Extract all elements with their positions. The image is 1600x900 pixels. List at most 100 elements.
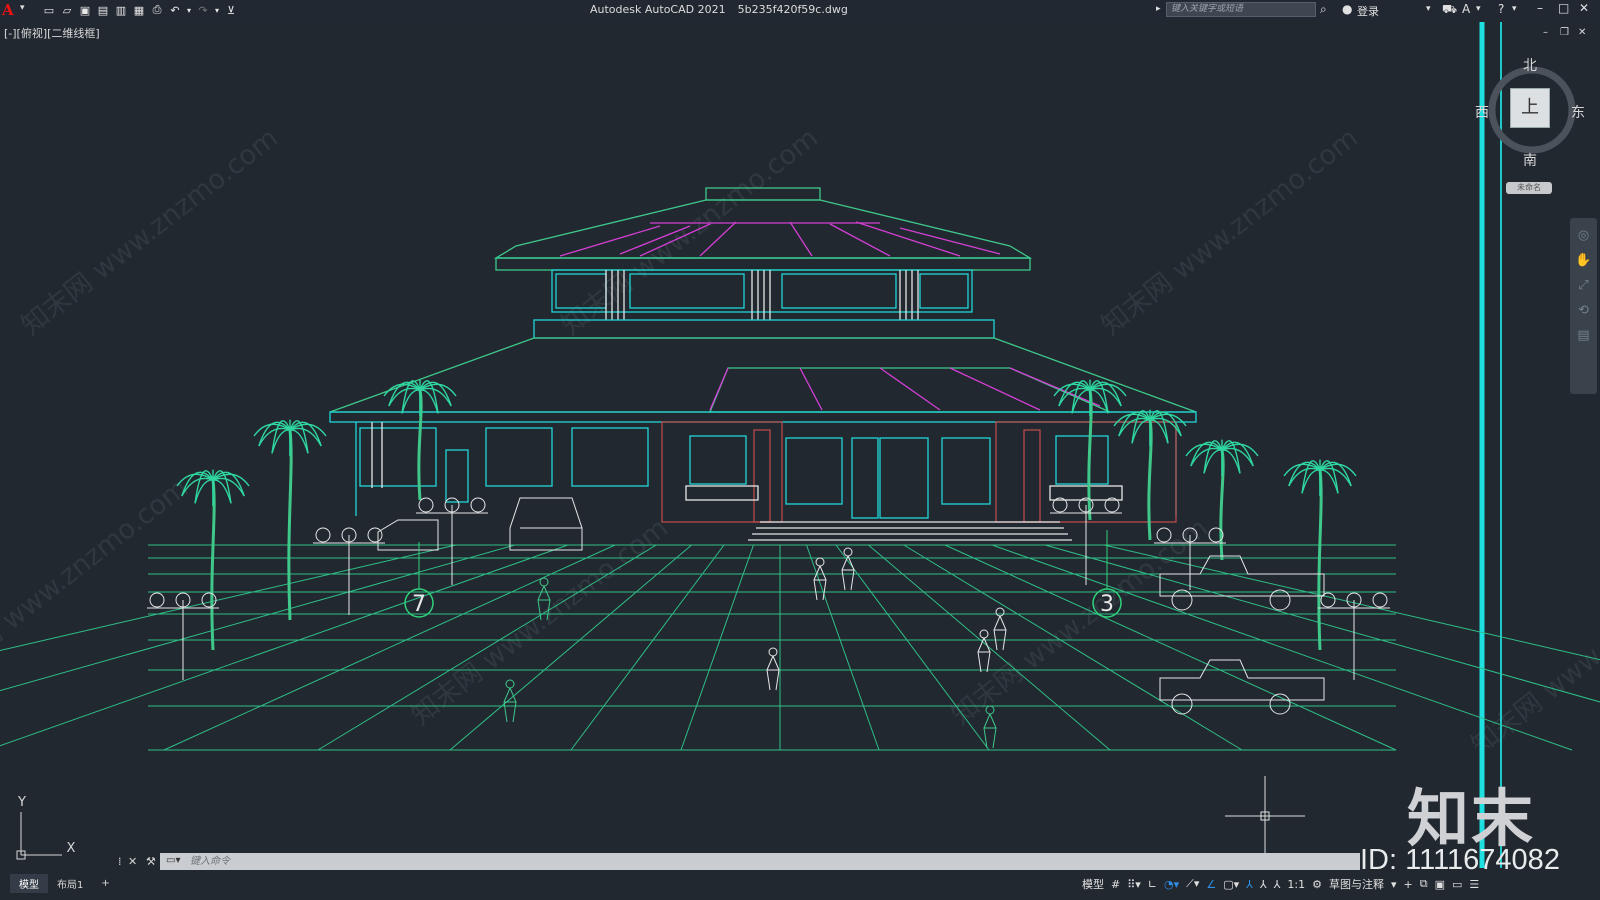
truck-wheel	[1269, 589, 1291, 611]
lamp-globe	[315, 527, 331, 543]
isolate-icon[interactable]: ⧉	[1420, 877, 1428, 891]
palm-tree-frond	[253, 423, 291, 437]
lamp-globe	[149, 592, 165, 608]
object-snap-icon[interactable]: ▢▾	[1223, 878, 1239, 891]
lamp-globe	[201, 592, 217, 608]
person-head	[979, 629, 989, 639]
settings-icon[interactable]: ⚙	[1312, 878, 1322, 891]
command-customize-icon[interactable]: ⚒	[146, 855, 156, 868]
grid-marker-7: 7	[404, 588, 434, 618]
navigation-bar: ◎ ✋ ⤢ ⟲ ▤	[1570, 218, 1597, 394]
ucs-x-label: X	[67, 841, 76, 856]
site-furniture	[147, 379, 1390, 749]
palm-tree-frond	[419, 383, 457, 397]
palm-tree-frond	[1221, 449, 1241, 474]
person-body	[503, 687, 517, 723]
svg-text:3: 3	[1100, 592, 1114, 617]
compass-south[interactable]: 南	[1523, 150, 1537, 170]
person-body	[537, 585, 551, 621]
showmotion-icon[interactable]: ▤	[1570, 328, 1597, 343]
palm-tree-frond	[1319, 469, 1339, 494]
ucs-icon	[16, 812, 62, 860]
scale-value[interactable]: 1:1	[1287, 878, 1305, 891]
person-head	[843, 547, 853, 557]
palm-tree-frond	[1203, 449, 1223, 474]
palm-tree-frond	[194, 479, 214, 504]
model-space-button[interactable]: 模型	[1082, 876, 1104, 892]
tab-layout1[interactable]: 布局1	[48, 874, 92, 893]
ucs-y-label: Y	[17, 795, 26, 810]
ortho-icon[interactable]: ∟	[1148, 878, 1157, 891]
recent-commands-icon[interactable]: ▭▾	[166, 855, 180, 866]
annotation-visibility-icon[interactable]: ⅄	[1246, 878, 1253, 891]
person-head	[985, 705, 995, 715]
person-body	[766, 655, 780, 691]
drawing-canvas[interactable]: 7 3 Y X	[0, 0, 1600, 900]
lamp-globe	[418, 497, 434, 513]
palm-tree-frond	[419, 389, 439, 414]
palm-tree-frond	[289, 423, 327, 437]
isodraft-icon[interactable]: ⟋▾	[1186, 877, 1199, 891]
plus-icon[interactable]: +	[1403, 878, 1412, 891]
person-head	[539, 577, 549, 587]
palm-tree-frond	[289, 429, 309, 454]
svg-text:7: 7	[412, 592, 426, 617]
palm-tree-frond	[1149, 413, 1187, 427]
palm-tree-frond	[1319, 463, 1357, 477]
annotation-scale-icon[interactable]: ⅄	[1274, 878, 1281, 891]
viewcube-top-face[interactable]: 上	[1510, 88, 1550, 128]
person-body	[993, 615, 1007, 651]
lamp-globe	[1320, 592, 1336, 608]
add-layout-button[interactable]: +	[92, 876, 118, 891]
palm-tree-frond	[1283, 463, 1321, 477]
workspace-switch[interactable]: 草图与注释	[1329, 876, 1384, 892]
object-snap-tracking-icon[interactable]: ∠	[1206, 878, 1216, 891]
palm-tree-frond	[1113, 413, 1151, 427]
lamp-globe	[1156, 527, 1172, 543]
polar-icon[interactable]: ◔▾	[1164, 878, 1179, 891]
grid-marker-3: 3	[1092, 588, 1122, 618]
palm-tree-frond	[1089, 383, 1127, 397]
palm-tree-frond	[212, 479, 232, 504]
wcs-menu[interactable]: 未命名	[1506, 182, 1552, 194]
customize-status-icon[interactable]: ☰	[1469, 878, 1479, 891]
grid-icon[interactable]: #	[1111, 878, 1120, 891]
clean-screen-icon[interactable]: ▭	[1452, 878, 1462, 891]
pavilion-building	[329, 187, 1197, 541]
hardware-accel-icon[interactable]: ▣	[1435, 878, 1445, 891]
person-head	[995, 607, 1005, 617]
palm-tree-frond	[1131, 419, 1151, 444]
palm-tree-frond	[401, 389, 421, 414]
snap-icon[interactable]: ⠿▾	[1127, 878, 1141, 891]
palm-tree-frond	[1301, 469, 1321, 494]
pan-icon[interactable]: ✋	[1570, 253, 1597, 268]
zoom-extents-icon[interactable]: ⤢	[1570, 278, 1597, 293]
command-grip-icon[interactable]: ⁞	[118, 855, 122, 868]
orbit-icon[interactable]: ⟲	[1570, 303, 1597, 318]
steering-wheel-icon[interactable]: ◎	[1570, 228, 1597, 243]
crosshair-cursor	[1225, 776, 1305, 856]
palm-tree-frond	[1149, 419, 1169, 444]
person-head	[815, 557, 825, 567]
palm-tree-frond	[271, 429, 291, 454]
status-bar: 模型 # ⠿▾ ∟ ◔▾ ⟋▾ ∠ ▢▾ ⅄ ⅄ ⅄ 1:1 ⚙ 草图与注释 ▾…	[1082, 874, 1479, 894]
auto-scale-icon[interactable]: ⅄	[1260, 878, 1267, 891]
palm-tree-frond	[212, 473, 250, 487]
palm-tree-frond	[176, 473, 214, 487]
workspace-dropdown-icon[interactable]: ▾	[1391, 878, 1397, 891]
lamp-globe	[470, 497, 486, 513]
person-head	[768, 647, 778, 657]
person-head	[505, 679, 515, 689]
truck-wheel	[1171, 589, 1193, 611]
compass-east[interactable]: 东	[1571, 102, 1585, 122]
sedan-car	[509, 497, 583, 551]
command-line[interactable]: ▭▾ 键入命令	[160, 853, 1360, 870]
person-body	[983, 713, 997, 749]
lamp-globe	[1372, 592, 1388, 608]
palm-tree-frond	[1221, 443, 1259, 457]
tab-model[interactable]: 模型	[10, 873, 48, 893]
command-close-icon[interactable]: ✕	[128, 855, 137, 868]
compass-west[interactable]: 西	[1475, 102, 1489, 122]
command-input[interactable]: 键入命令	[190, 853, 230, 870]
compass-north[interactable]: 北	[1523, 55, 1537, 75]
